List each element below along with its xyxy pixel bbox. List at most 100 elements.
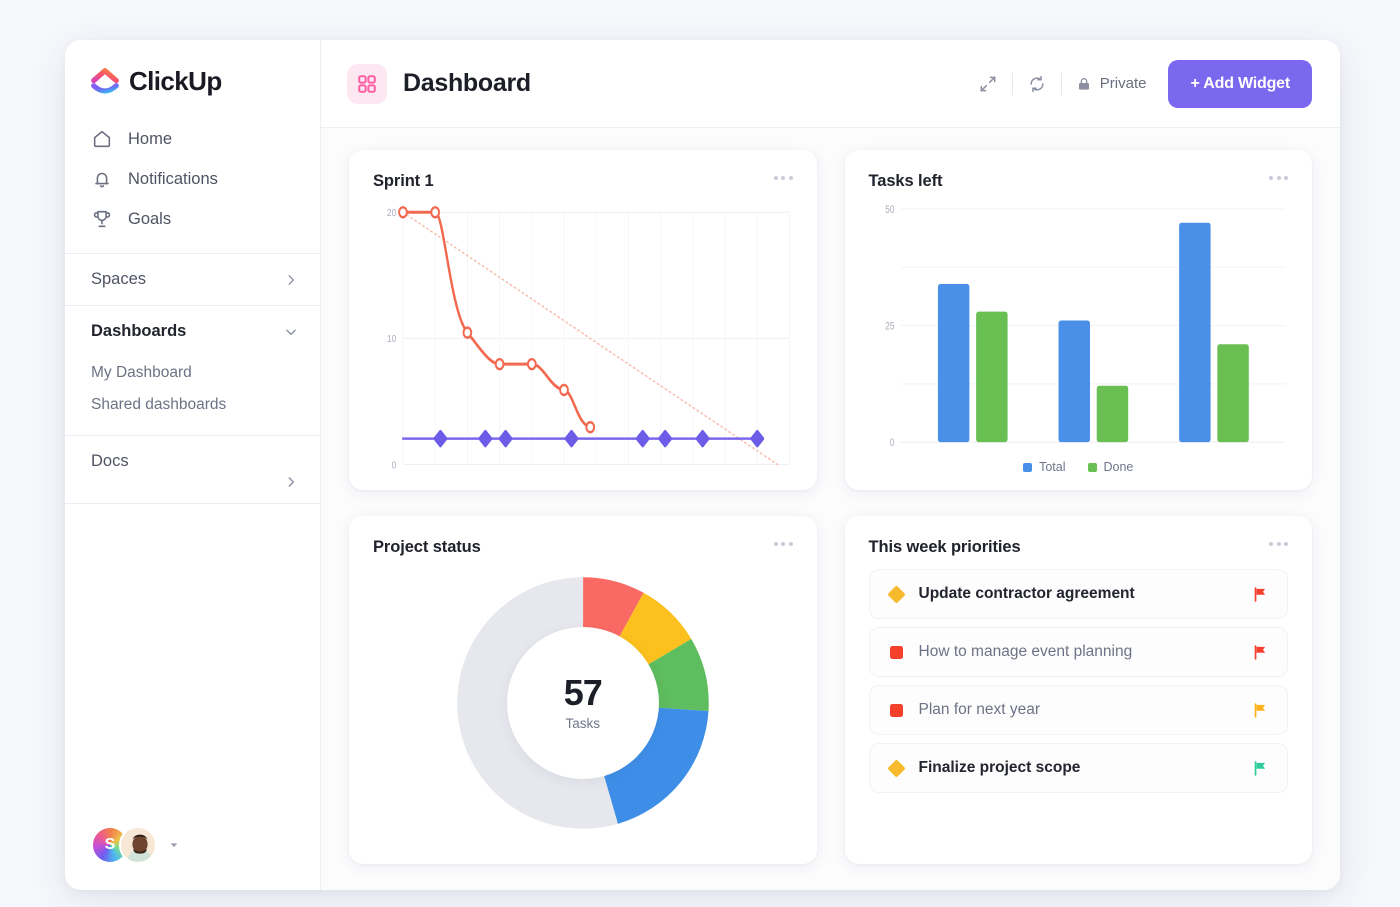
legend-swatch (1087, 462, 1097, 472)
task-count-label: Tasks (565, 715, 600, 731)
priority-square-icon (889, 703, 903, 717)
bell-icon (91, 168, 113, 190)
svg-text:25: 25 (885, 320, 894, 332)
legend-label: Done (1103, 460, 1134, 474)
svg-text:0: 0 (889, 437, 894, 449)
topbar: Dashboard Private + Add Widget (321, 40, 1340, 128)
sprint-chart: 20 10 0 (373, 197, 793, 474)
priorities-list: Update contractor agreement How to manag… (868, 569, 1288, 793)
tasks-left-card: Tasks left 50 25 0 Total Done (844, 150, 1312, 490)
brand-name: ClickUp (129, 66, 222, 96)
project-status-chart: 57 Tasks (373, 557, 793, 848)
trophy-icon (91, 208, 113, 230)
priorities-card: This week priorities Update contractor a… (844, 516, 1312, 864)
svg-text:10: 10 (387, 333, 396, 345)
primary-nav: Home Notifications Goals (65, 117, 320, 253)
sidebar-item-label: Notifications (128, 169, 218, 188)
priority-title: How to manage event planning (918, 643, 1133, 660)
divider (1060, 72, 1062, 95)
sidebar-section-dashboards[interactable]: Dashboards (65, 306, 320, 357)
list-item[interactable]: Finalize project scope (868, 743, 1288, 793)
sidebar-item-my-dashboard[interactable]: My Dashboard (65, 357, 320, 389)
legend-item-total: Total (1023, 460, 1066, 474)
expand-arrows-icon[interactable] (978, 74, 998, 94)
divider (1011, 72, 1013, 95)
sidebar: ClickUp Home Notifications Goals Spaces … (65, 40, 321, 890)
flag-icon[interactable] (1252, 760, 1269, 777)
tasks-left-chart-svg: 50 25 0 (885, 204, 1286, 449)
sidebar-item-home[interactable]: Home (65, 119, 320, 159)
clickup-logo-icon (90, 67, 120, 97)
user-avatars[interactable]: S (65, 826, 320, 890)
priority-title: Update contractor agreement (918, 585, 1135, 602)
legend-swatch (1023, 462, 1033, 472)
widget-grid: Sprint 1 20 10 0 Tasks left 50 25 0 Tota… (321, 128, 1340, 890)
lock-icon (1076, 76, 1092, 92)
priority-title: Plan for next year (918, 701, 1040, 718)
card-header: Sprint 1 (373, 172, 793, 191)
sidebar-item-goals[interactable]: Goals (65, 199, 320, 239)
list-item[interactable]: Update contractor agreement (868, 569, 1288, 619)
more-options-icon[interactable] (773, 538, 793, 546)
app-window: ClickUp Home Notifications Goals Spaces … (65, 40, 1340, 890)
priority-title: Finalize project scope (918, 759, 1081, 776)
sidebar-section-spaces[interactable]: Spaces (65, 254, 320, 305)
card-header: Project status (373, 538, 793, 557)
tasks-left-chart: 50 25 0 (869, 197, 1289, 454)
legend-item-done: Done (1087, 460, 1134, 474)
chart-legend: Total Done (869, 454, 1289, 474)
avatar[interactable] (119, 826, 157, 864)
legend-label: Total (1039, 460, 1066, 474)
card-title: Tasks left (868, 172, 943, 190)
task-count: 57 (563, 671, 603, 713)
flag-icon[interactable] (1252, 702, 1269, 719)
priority-square-icon (889, 645, 903, 659)
priority-diamond-icon (886, 758, 906, 778)
sidebar-section-label: Docs (91, 452, 129, 470)
privacy-status[interactable]: Private (1076, 75, 1147, 92)
sprint-chart-svg: 20 10 0 (387, 206, 790, 472)
chevron-right-icon (284, 475, 298, 489)
svg-text:20: 20 (387, 207, 396, 219)
dashboard-grid-icon (347, 63, 387, 104)
add-widget-button[interactable]: + Add Widget (1168, 59, 1312, 108)
priority-diamond-icon (886, 584, 906, 604)
chevron-down-icon (284, 325, 298, 339)
main-content: Dashboard Private + Add Widget Sprint 1 … (321, 40, 1340, 890)
list-item[interactable]: How to manage event planning (868, 627, 1288, 677)
sidebar-item-label: Goals (128, 209, 172, 228)
home-icon (91, 128, 113, 150)
topbar-actions: Private + Add Widget (978, 59, 1312, 108)
sidebar-item-shared-dashboards[interactable]: Shared dashboards (65, 389, 320, 421)
sidebar-section-docs[interactable]: Docs (65, 436, 320, 475)
card-title: Sprint 1 (373, 172, 434, 190)
svg-text:50: 50 (885, 204, 894, 216)
sidebar-item-label: Home (128, 129, 173, 148)
brand-logo[interactable]: ClickUp (65, 40, 320, 117)
docs-expand-row[interactable] (65, 475, 320, 503)
chevron-down-icon[interactable] (169, 840, 179, 850)
donut-chart: 57 Tasks (452, 572, 714, 834)
svg-text:0: 0 (392, 459, 397, 471)
sidebar-section-label: Spaces (91, 270, 147, 288)
more-options-icon[interactable] (1269, 538, 1288, 546)
card-title: Project status (373, 538, 481, 556)
card-header: Tasks left (868, 172, 1288, 191)
privacy-label: Private (1099, 75, 1147, 92)
chevron-right-icon (284, 273, 298, 287)
flag-icon[interactable] (1252, 586, 1269, 603)
more-options-icon[interactable] (1269, 172, 1288, 180)
donut-center-label: 57 Tasks (506, 626, 659, 779)
sidebar-item-notifications[interactable]: Notifications (65, 159, 320, 199)
sidebar-section-label: Dashboards (91, 322, 187, 340)
more-options-icon[interactable] (773, 172, 793, 180)
list-item[interactable]: Plan for next year (868, 685, 1288, 735)
sprint-burndown-card: Sprint 1 20 10 0 (349, 150, 817, 490)
page-title: Dashboard (403, 69, 531, 97)
project-status-card: Project status 57 Tasks (349, 516, 817, 864)
card-header: This week priorities (868, 538, 1288, 557)
refresh-icon[interactable] (1027, 74, 1047, 94)
card-title: This week priorities (868, 538, 1021, 556)
flag-icon[interactable] (1252, 644, 1269, 661)
